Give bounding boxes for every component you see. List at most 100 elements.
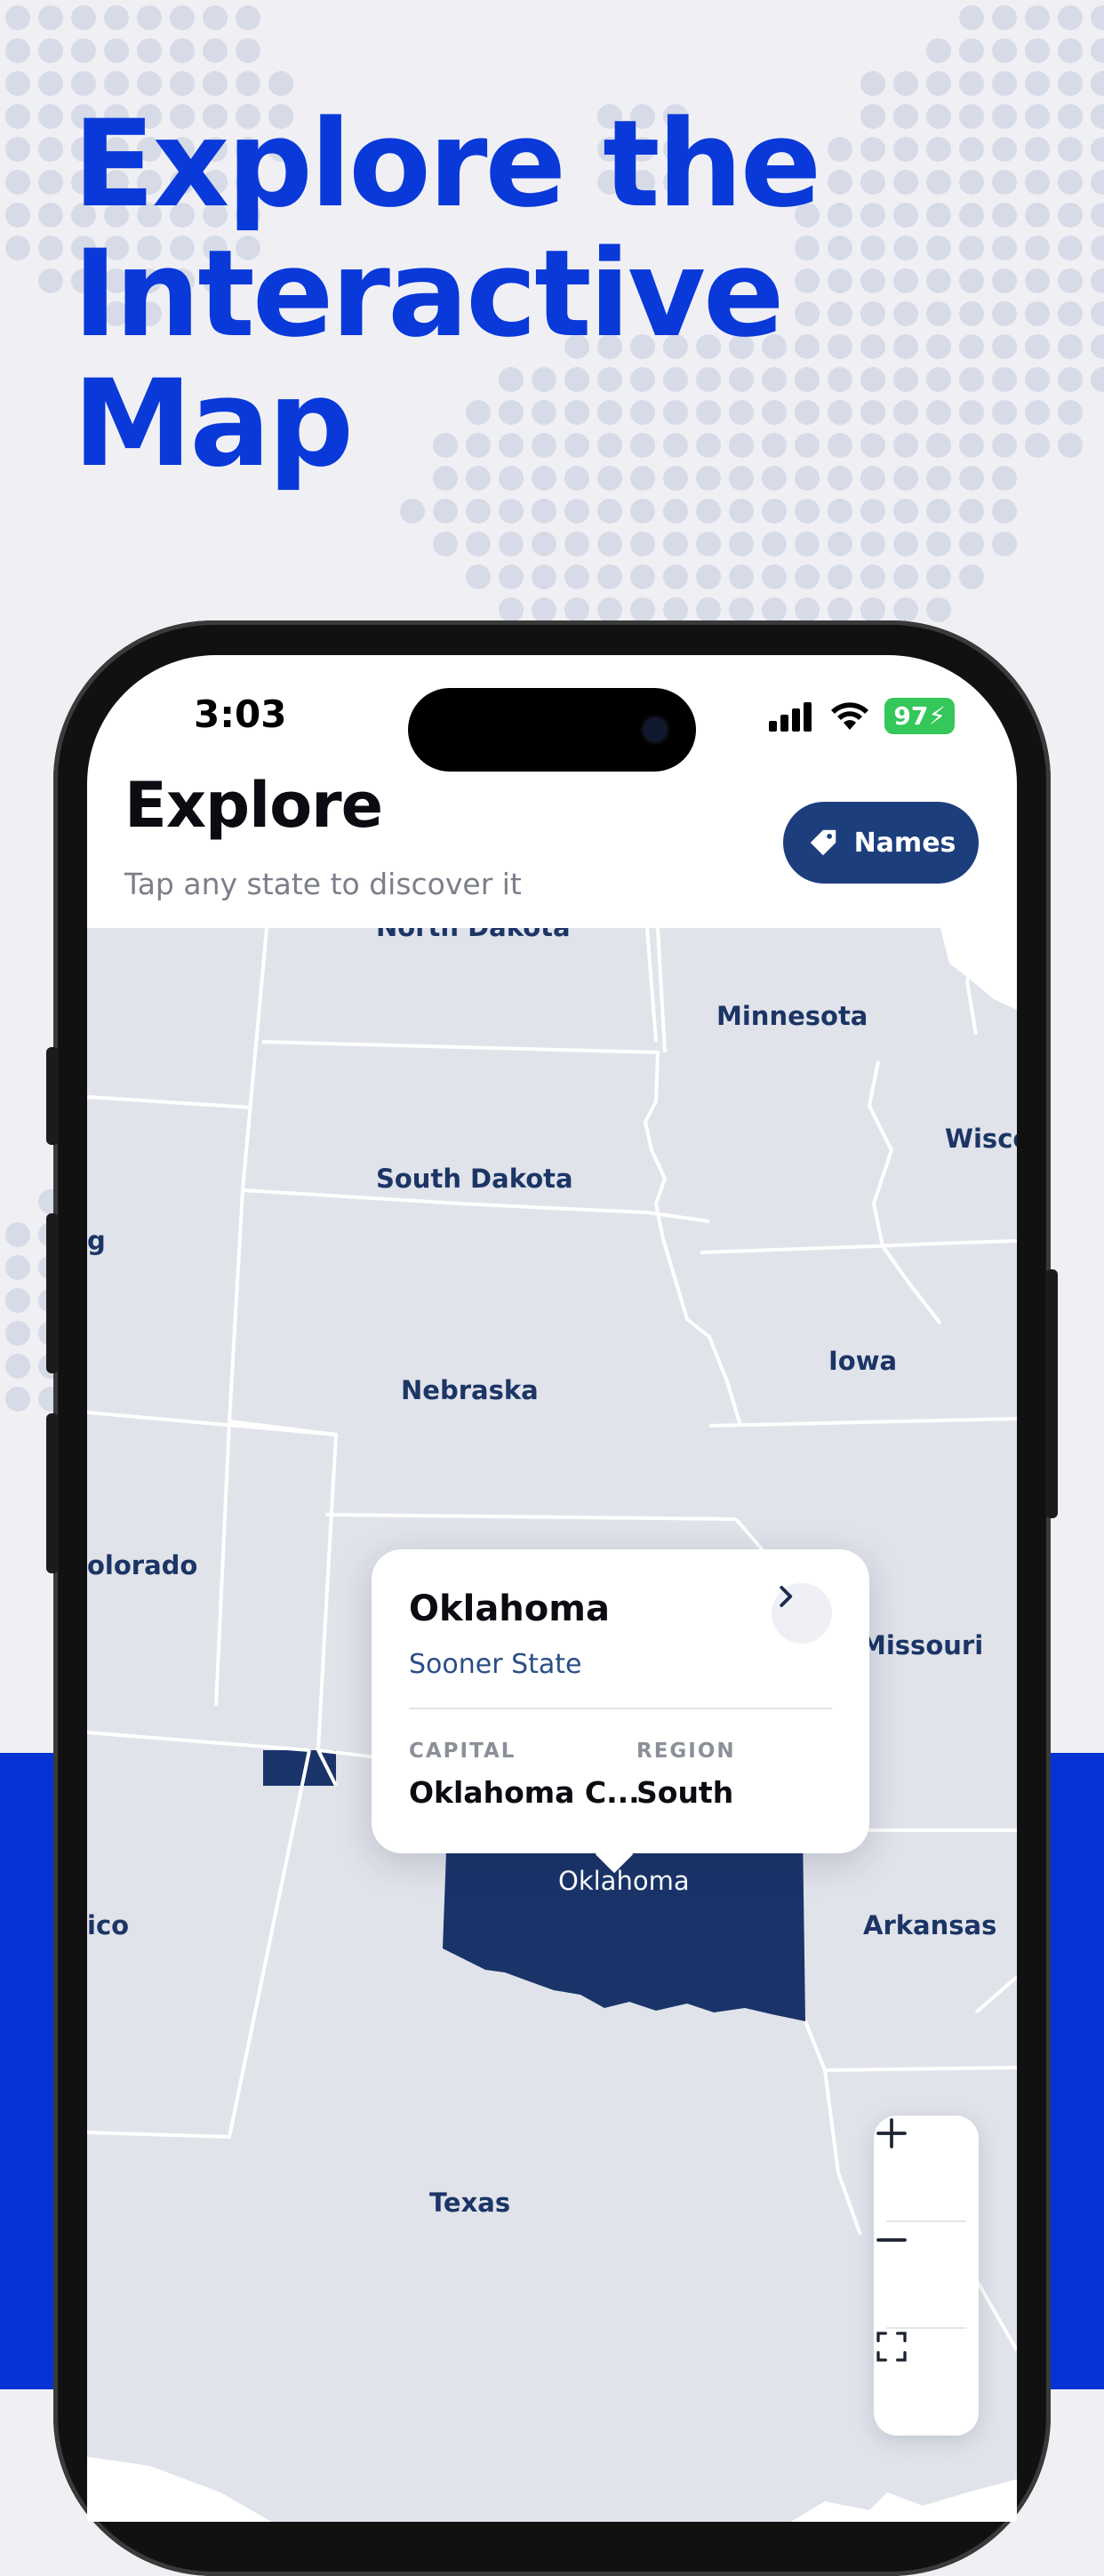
map-dot	[762, 597, 787, 622]
state-label-north-dakota[interactable]: North Dakota	[376, 928, 571, 942]
interactive-map[interactable]: North Dakota Minnesota Wisco South Dakot…	[87, 928, 1017, 2522]
map-dot	[630, 564, 655, 589]
state-label-texas[interactable]: Texas	[429, 2188, 510, 2218]
map-dot	[71, 5, 96, 30]
map-dot	[1091, 334, 1104, 359]
map-dot	[597, 532, 622, 556]
map-dot	[5, 1255, 30, 1280]
map-dot	[400, 499, 425, 524]
state-label-colorado[interactable]: olorado	[87, 1550, 197, 1580]
gulf-water-east-shape	[790, 2479, 1017, 2522]
state-label-new-mexico[interactable]: ico	[87, 1910, 129, 1940]
map-dot	[5, 1222, 30, 1247]
map-dot	[926, 71, 951, 96]
phone-screen: 3:03 97⚡ Explore Tap any state to discov…	[87, 655, 1017, 2522]
map-dot	[466, 564, 491, 589]
names-toggle-button[interactable]: Names	[783, 802, 979, 884]
map-dot	[959, 5, 984, 30]
lake-michigan-shape	[940, 928, 1017, 1010]
map-dot	[499, 499, 524, 524]
state-label-arkansas[interactable]: Arkansas	[863, 1910, 996, 1940]
zoom-in-button[interactable]	[874, 2116, 979, 2219]
map-dot	[828, 597, 852, 622]
map-dot	[1091, 104, 1104, 129]
map-dot	[71, 38, 96, 63]
map-dot	[696, 564, 721, 589]
map-dot	[5, 38, 30, 63]
page-subtitle: Tap any state to discover it	[124, 867, 522, 901]
state-label-missouri[interactable]: Missouri	[860, 1630, 983, 1660]
map-dot	[1091, 301, 1104, 326]
zoom-out-button[interactable]	[874, 2222, 979, 2325]
map-dot	[663, 597, 688, 622]
map-dot	[959, 71, 984, 96]
fit-map-button[interactable]	[874, 2329, 979, 2432]
map-dot	[5, 137, 30, 162]
map-dot	[433, 499, 458, 524]
map-dot	[597, 499, 622, 524]
oklahoma-panhandle-shape[interactable]	[263, 1750, 336, 1786]
capital-value: Oklahoma C...	[409, 1775, 640, 1810]
map-dot	[893, 532, 918, 556]
headline-line-2: Interactive	[73, 224, 785, 364]
map-dot	[1058, 400, 1083, 425]
status-icons: 97⚡	[769, 698, 955, 734]
map-dot	[1058, 38, 1083, 63]
map-dot	[137, 5, 162, 30]
card-state-name: Oklahoma	[409, 1588, 610, 1629]
map-dot	[499, 597, 524, 622]
battery-level: 97	[893, 701, 929, 731]
map-dot	[926, 532, 951, 556]
map-dot	[532, 532, 556, 556]
headline-line-3: Map	[73, 354, 354, 493]
map-dot	[104, 71, 129, 96]
names-button-label: Names	[853, 827, 956, 859]
map-dot	[38, 170, 63, 195]
map-dot	[1058, 5, 1083, 30]
map-dot	[5, 1321, 30, 1346]
region-value: South	[636, 1775, 734, 1810]
map-dot	[38, 71, 63, 96]
card-details-button[interactable]	[772, 1583, 832, 1644]
map-dot	[38, 268, 63, 293]
map-dot	[532, 597, 556, 622]
map-dot	[860, 71, 885, 96]
map-dot	[203, 71, 228, 96]
state-label-south-dakota[interactable]: South Dakota	[376, 1164, 573, 1194]
map-dot	[729, 499, 754, 524]
map-dot	[5, 1387, 30, 1412]
map-dot	[433, 532, 458, 556]
map-dot	[38, 5, 63, 30]
page-title: Explore	[124, 769, 383, 842]
map-dot	[795, 564, 820, 589]
map-dot	[466, 499, 491, 524]
state-label-oklahoma[interactable]: Oklahoma	[558, 1866, 690, 1896]
map-dot	[729, 564, 754, 589]
map-dot	[38, 38, 63, 63]
state-label-wisconsin[interactable]: Wisco	[945, 1124, 1017, 1154]
map-dot	[992, 532, 1017, 556]
state-label-nebraska[interactable]: Nebraska	[401, 1375, 539, 1405]
map-dot	[959, 564, 984, 589]
map-dot	[236, 38, 260, 63]
map-dot	[729, 532, 754, 556]
map-dot	[663, 564, 688, 589]
map-dot	[1058, 301, 1083, 326]
map-dot	[860, 597, 885, 622]
map-dot	[959, 38, 984, 63]
map-dot	[137, 38, 162, 63]
map-dot	[893, 564, 918, 589]
card-state-nickname: Sooner State	[409, 1649, 582, 1680]
status-time: 3:03	[194, 692, 287, 736]
state-label-iowa[interactable]: Iowa	[828, 1346, 897, 1376]
state-label-wyoming[interactable]: g	[87, 1226, 106, 1256]
map-dot	[5, 170, 30, 195]
map-dot	[5, 71, 30, 96]
map-dot	[1091, 71, 1104, 96]
map-dot	[38, 137, 63, 162]
state-label-minnesota[interactable]: Minnesota	[716, 1001, 868, 1031]
state-info-card[interactable]: Oklahoma Sooner State CAPITAL Oklahoma C…	[372, 1549, 869, 1874]
map-dot	[1091, 137, 1104, 162]
headline-line-1: Explore the	[73, 94, 821, 234]
card-divider	[409, 1708, 832, 1709]
